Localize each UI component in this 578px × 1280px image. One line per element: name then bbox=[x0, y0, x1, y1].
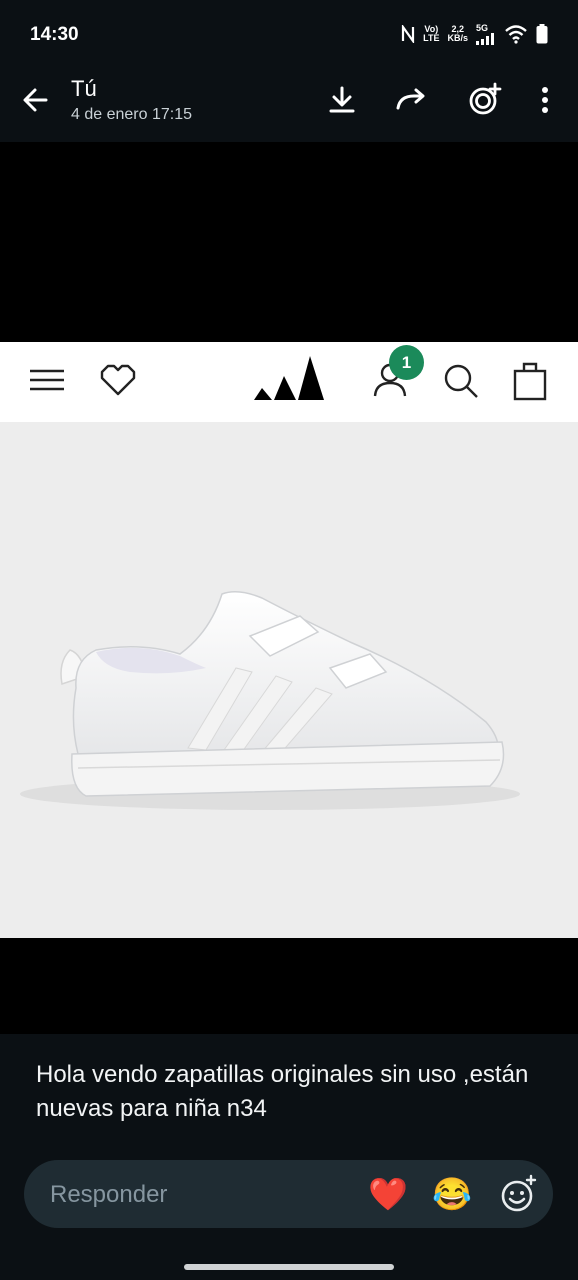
account-notification-badge: 1 bbox=[389, 345, 424, 380]
status-add-icon[interactable] bbox=[466, 82, 502, 118]
shopping-bag-icon bbox=[513, 362, 547, 401]
shared-image-store-header bbox=[0, 342, 578, 422]
sender-name: Tú bbox=[71, 76, 97, 101]
image-letterbox-top bbox=[0, 142, 578, 342]
more-options-icon[interactable] bbox=[527, 82, 563, 118]
product-photo bbox=[0, 422, 578, 938]
heart-reaction-button[interactable]: ❤️ bbox=[368, 1174, 408, 1214]
status-bar: 14:30 Vo) LTE 2,2 KB/s 5G bbox=[0, 0, 578, 64]
status-time: 14:30 bbox=[30, 24, 79, 45]
image-caption: Hola vendo zapatillas originales sin uso… bbox=[36, 1061, 529, 1122]
wifi-icon bbox=[505, 25, 527, 44]
white-sneaker-illustration bbox=[20, 591, 520, 810]
hamburger-menu-icon bbox=[30, 369, 64, 391]
wishlist-heart-icon bbox=[100, 364, 136, 396]
signal-strength-icon bbox=[476, 32, 494, 45]
nfc-icon bbox=[402, 25, 415, 43]
network-speed: 2,2 KB/s bbox=[447, 24, 468, 43]
add-reaction-icon[interactable] bbox=[498, 1174, 538, 1214]
app-bar: Tú 4 de enero 17:15 bbox=[0, 64, 578, 142]
signal-type: 5G bbox=[476, 22, 489, 33]
message-timestamp: 4 de enero 17:15 bbox=[71, 106, 192, 123]
adidas-logo-icon bbox=[254, 356, 324, 400]
image-letterbox-bottom bbox=[0, 938, 578, 1034]
status-icons: Vo) LTE 2,2 KB/s 5G bbox=[401, 20, 548, 48]
forward-icon[interactable] bbox=[394, 82, 430, 118]
back-arrow-icon[interactable] bbox=[18, 82, 54, 118]
gesture-nav-handle[interactable] bbox=[184, 1264, 394, 1270]
network-indicator: Vo) LTE bbox=[423, 24, 440, 43]
reply-input[interactable] bbox=[48, 1179, 352, 1211]
battery-icon bbox=[536, 24, 548, 44]
reply-bar: ❤️ 😂 bbox=[24, 1160, 553, 1228]
caption-panel: Hola vendo zapatillas originales sin uso… bbox=[0, 1034, 578, 1280]
download-icon[interactable] bbox=[324, 82, 360, 118]
search-icon bbox=[444, 364, 478, 398]
laugh-reaction-button[interactable]: 😂 bbox=[432, 1174, 472, 1214]
signal-block: 5G bbox=[476, 22, 496, 45]
